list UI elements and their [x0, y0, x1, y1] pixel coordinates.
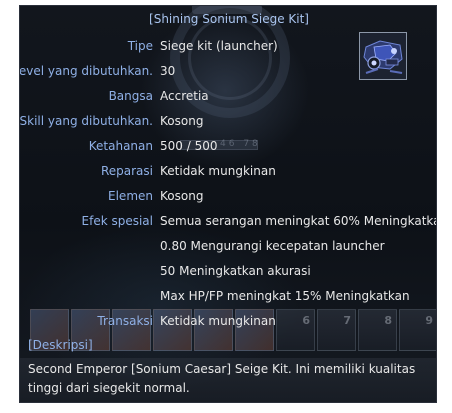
- stat-row-special-effect: Efek spesial Semua serangan meningkat 60…: [20, 214, 437, 232]
- special-effect-line: 50 Meningkatkan akurasi: [160, 264, 311, 278]
- stat-label: Tipe: [127, 39, 153, 53]
- stat-value: 500 / 500: [160, 139, 218, 153]
- stat-value: Ketidak mungkinan: [160, 314, 276, 328]
- stat-label: Efek spesial: [81, 214, 153, 228]
- item-tooltip: 46 78 6 7 8 9 [Shining Sonium Siege Kit]…: [19, 5, 437, 403]
- stat-label: Elemen: [108, 189, 153, 203]
- stat-label: Skill yang dibutuhkan.: [19, 114, 153, 128]
- special-effect-line: 0.80 Mengurangi kecepatan launcher: [160, 239, 385, 253]
- background-radar-inner-ring: [188, 16, 272, 100]
- stat-value: Kosong: [160, 114, 204, 128]
- stat-row-element: Elemen Kosong: [20, 189, 436, 207]
- description-label: [Deskripsi]: [28, 338, 93, 352]
- stat-row-type: Tipe Siege kit (launcher): [20, 39, 436, 57]
- stat-label: Reparasi: [100, 164, 153, 178]
- stat-row-race: Bangsa Accretia: [20, 89, 436, 107]
- stat-value: Semua serangan meningkat 60% Meningkatka…: [160, 214, 437, 228]
- stat-value: Siege kit (launcher): [160, 39, 278, 53]
- stat-label: Ketahanan: [88, 139, 153, 153]
- stat-value: 30: [160, 64, 176, 78]
- item-title: [Shining Sonium Siege Kit]: [149, 12, 309, 26]
- special-effect-line: Max HP/FP meningkat 15% Meningkatkan: [160, 289, 410, 303]
- stat-label: Level yang dibutuhkan.: [19, 64, 153, 78]
- stat-row-trade: Transaksi Ketidak mungkinan: [20, 314, 436, 332]
- stat-row-required-skill: Skill yang dibutuhkan. Kosong: [19, 114, 436, 132]
- stat-value: Ketidak mungkinan: [160, 164, 276, 178]
- stat-label: Bangsa: [108, 89, 153, 103]
- stat-value: Accretia: [160, 89, 209, 103]
- description-text: Second Emperor [Sonium Caesar] Seige Kit…: [28, 362, 416, 395]
- stat-label: Transaksi: [97, 314, 153, 328]
- stat-row-repair: Reparasi Ketidak mungkinan: [20, 164, 436, 182]
- stat-row-durability: Ketahanan 500 / 500: [20, 139, 436, 157]
- stat-value: Kosong: [160, 189, 204, 203]
- stat-row-required-level: Level yang dibutuhkan. 30: [19, 64, 436, 82]
